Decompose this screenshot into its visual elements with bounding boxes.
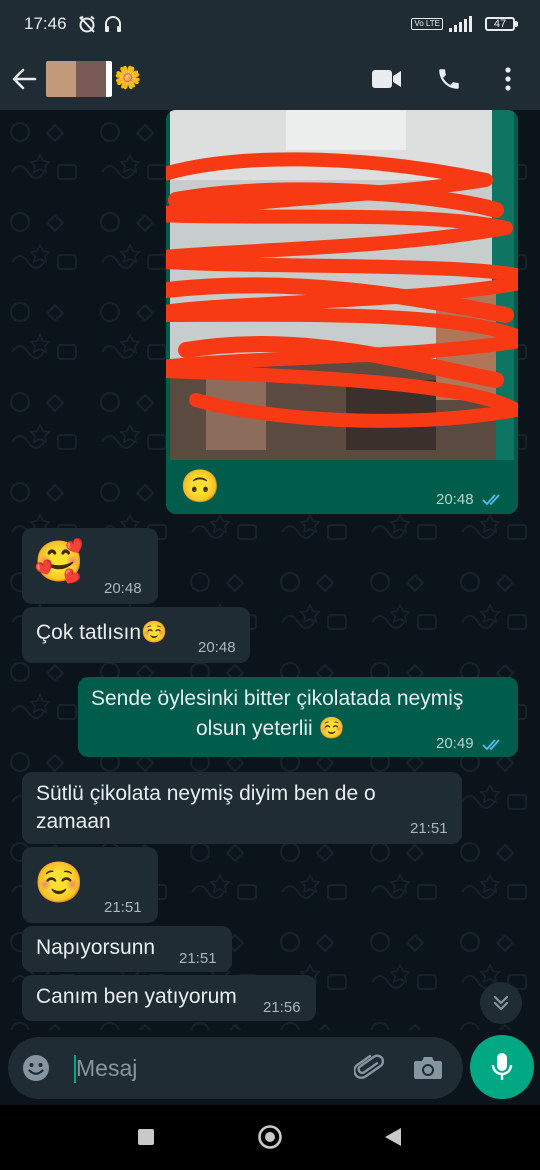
camera-button[interactable] — [410, 1051, 446, 1085]
contact-avatar[interactable] — [46, 61, 112, 97]
home-button[interactable] — [256, 1125, 284, 1149]
back-nav-button[interactable] — [382, 1125, 404, 1149]
voice-message-button[interactable] — [470, 1035, 534, 1099]
message-time: 20:49 — [436, 735, 474, 752]
chat-header: 🌼 — [0, 48, 540, 110]
message-text-line2: zamaan — [36, 810, 111, 833]
message-bubble-incoming[interactable]: Napıyorsunn 21:51 — [22, 926, 232, 972]
read-receipt-icon — [482, 494, 500, 506]
video-call-button[interactable] — [356, 48, 418, 110]
message-time: 21:51 — [104, 899, 142, 916]
voice-call-button[interactable] — [418, 48, 480, 110]
camera-icon — [414, 1057, 442, 1079]
alarm-off-icon — [77, 14, 97, 34]
recents-button[interactable] — [136, 1125, 156, 1149]
message-time: 21:51 — [410, 820, 448, 837]
message-bubble-incoming[interactable]: 🥰 20:48 — [22, 528, 158, 604]
message-time: 20:48 — [436, 491, 474, 508]
headset-icon — [103, 14, 123, 34]
back-button[interactable] — [2, 48, 46, 110]
scroll-to-bottom-button[interactable] — [480, 982, 522, 1024]
more-vertical-icon — [505, 67, 511, 91]
message-bubble-incoming[interactable]: Sütlü çikolata neymiş diyim ben de o zam… — [22, 772, 462, 844]
signal-icon — [449, 16, 473, 32]
message-time: 21:56 — [263, 999, 301, 1016]
message-bubble-incoming[interactable]: ☺️ 21:51 — [22, 847, 158, 923]
message-text: Napıyorsunn — [36, 936, 156, 959]
status-time: 17:46 — [24, 14, 67, 33]
video-camera-icon — [372, 70, 401, 88]
paperclip-icon — [354, 1054, 384, 1079]
message-time: 20:48 — [198, 639, 236, 656]
message-text: Çok tatlısın☺️ — [36, 621, 168, 644]
double-chevron-down-icon — [493, 995, 509, 1011]
message-text: Canım ben yatıyorum — [36, 985, 237, 1008]
attach-button[interactable] — [352, 1051, 386, 1085]
phone-icon — [439, 69, 459, 89]
contact-name-emoji[interactable]: 🌼 — [114, 68, 141, 90]
chat-area[interactable]: 🙃 20:48 🥰 20:48 Çok tatlısın☺️ 20:48 Sen… — [0, 110, 540, 1030]
triangle-back-icon — [385, 1128, 401, 1146]
square-icon — [138, 1129, 154, 1145]
message-bubble-incoming[interactable]: Canım ben yatıyorum 21:56 — [22, 975, 316, 1021]
microphone-icon — [491, 1053, 513, 1080]
message-caption-emoji: 🙃 — [180, 468, 220, 504]
smiley-icon — [23, 1055, 49, 1081]
battery-icon: 47 — [485, 17, 518, 31]
battery-level: 47 — [485, 17, 515, 31]
arrow-left-icon — [12, 68, 37, 90]
more-options-button[interactable] — [480, 48, 536, 110]
volte-icon: Vo LTE — [411, 18, 443, 30]
message-bubble-outgoing-image[interactable]: 🙃 20:48 — [166, 110, 518, 514]
message-bubble-incoming[interactable]: Çok tatlısın☺️ 20:48 — [22, 607, 250, 663]
message-time: 21:51 — [179, 950, 217, 967]
system-navigation-bar — [0, 1105, 540, 1170]
circle-icon — [258, 1125, 282, 1149]
message-emoji: 🥰 — [34, 540, 84, 584]
emoji-button[interactable] — [20, 1052, 52, 1084]
message-composer: Mesaj — [8, 1037, 463, 1099]
message-input[interactable]: Mesaj — [76, 1055, 137, 1082]
status-bar: 17:46 Vo LTE 47 — [0, 0, 540, 48]
message-text-line2: olsun yeterlii ☺️ — [196, 717, 345, 740]
message-bubble-outgoing[interactable]: Sende öylesinki bitter çikolatada neymiş… — [78, 677, 518, 757]
message-text-line1: Sende öylesinki bitter çikolatada neymiş — [91, 687, 464, 710]
message-emoji: ☺️ — [34, 861, 84, 905]
message-time: 20:48 — [104, 580, 142, 597]
message-text-line1: Sütlü çikolata neymiş diyim ben de o — [36, 782, 376, 805]
redacted-photo[interactable] — [166, 110, 518, 466]
read-receipt-icon — [482, 739, 500, 751]
